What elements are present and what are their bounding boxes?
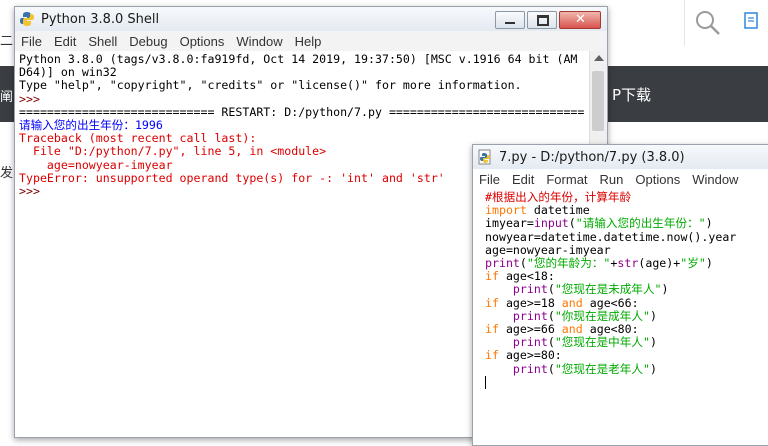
code-token: print xyxy=(512,308,548,323)
editor-menu-bar: File Edit Format Run Options Window xyxy=(473,169,768,189)
menu-shell[interactable]: Shell xyxy=(82,34,123,49)
code-token: if xyxy=(485,348,499,363)
shell-title-bar[interactable]: Python 3.8.0 Shell ✕ xyxy=(15,7,607,31)
background-banner-text[interactable]: P下载 xyxy=(612,84,651,105)
code-line-empty xyxy=(485,375,768,389)
code-token: datetime xyxy=(526,203,590,218)
code-token: #根据出入的年份，计算年龄 xyxy=(485,190,632,204)
editor-menu-run[interactable]: Run xyxy=(594,172,630,187)
editor-menu-window[interactable]: Window xyxy=(686,172,744,187)
code-token: ) xyxy=(705,216,713,231)
code-token: if xyxy=(485,269,499,284)
code-token: "请输入您的出生年份：" xyxy=(575,216,706,231)
menu-help[interactable]: Help xyxy=(289,34,328,49)
code-token: print xyxy=(512,335,548,350)
shell-window-title: Python 3.8.0 Shell xyxy=(41,11,160,27)
code-token: ) xyxy=(649,361,657,376)
code-token: ) xyxy=(649,308,657,323)
code-token: age<80: xyxy=(582,322,639,337)
background-left-text-2: 阐 xyxy=(0,90,14,105)
code-token: ( xyxy=(547,335,555,350)
maximize-icon xyxy=(537,15,549,26)
code-token: ( xyxy=(547,308,555,323)
scroll-thumb[interactable] xyxy=(592,71,604,131)
code-token: "您现在是中年人" xyxy=(554,335,650,350)
background-left-text-3: 发 xyxy=(0,166,14,181)
shell-line: Type "help", "copyright", "credits" or "… xyxy=(19,78,522,93)
editor-menu-edit[interactable]: Edit xyxy=(506,172,540,187)
editor-menu-file[interactable]: File xyxy=(473,172,506,187)
text-cursor xyxy=(485,375,486,389)
shell-close-button[interactable]: ✕ xyxy=(559,11,601,29)
code-token: imyear= xyxy=(485,216,534,231)
code-token: nowyear=datetime.datetime.now().year xyxy=(485,229,737,244)
code-token: ) xyxy=(705,256,713,271)
shell-maximize-button[interactable] xyxy=(527,11,557,29)
code-token: "您现在是老年人" xyxy=(554,361,650,376)
code-line: print("您现在是老年人") xyxy=(485,361,768,376)
python-logo-icon xyxy=(20,12,34,26)
editor-menu-options[interactable]: Options xyxy=(629,172,686,187)
editor-menu-format[interactable]: Format xyxy=(540,172,593,187)
menu-file[interactable]: File xyxy=(15,34,48,49)
code-token: print xyxy=(485,256,520,271)
code-token: age>=66 xyxy=(498,322,562,337)
code-token: and xyxy=(561,295,583,310)
code-token: age<18: xyxy=(498,269,555,284)
code-token: "您现在是未成年人" xyxy=(554,282,662,297)
shell-line: >>> xyxy=(19,91,47,106)
minimize-icon xyxy=(505,22,515,24)
shell-minimize-button[interactable] xyxy=(495,11,525,29)
search-icon xyxy=(696,11,720,35)
background-left-text-1: 二 xyxy=(0,34,14,49)
code-token: age=nowyear-imyear xyxy=(485,242,611,257)
code-token: ( xyxy=(547,361,555,376)
menu-debug[interactable]: Debug xyxy=(123,34,173,49)
code-token: (age)+ xyxy=(638,256,681,271)
code-token: str xyxy=(617,256,639,271)
code-token: input xyxy=(533,216,569,231)
menu-edit[interactable]: Edit xyxy=(48,34,82,49)
scroll-up-icon[interactable] xyxy=(594,55,604,61)
code-token: ( xyxy=(568,216,576,231)
background-search-button[interactable] xyxy=(684,0,737,46)
code-token: ) xyxy=(649,335,657,350)
code-token: age>=80: xyxy=(498,348,562,363)
code-token: ( xyxy=(519,256,527,271)
shell-window-controls: ✕ xyxy=(495,11,601,29)
code-token: ) xyxy=(661,282,669,297)
code-token: age<66: xyxy=(582,295,639,310)
menu-window[interactable]: Window xyxy=(230,34,288,49)
code-token: age>=18 xyxy=(498,295,562,310)
editor-window-title: 7.py - D:/python/7.py (3.8.0) xyxy=(499,149,685,165)
code-token: if xyxy=(485,322,499,337)
menu-options[interactable]: Options xyxy=(174,34,231,49)
code-token: if xyxy=(485,295,499,310)
code-token: import xyxy=(485,203,527,218)
code-token: "您的年龄为：" xyxy=(526,256,611,271)
code-token: ( xyxy=(547,282,555,297)
shell-menu-bar: File Edit Shell Debug Options Window Hel… xyxy=(15,31,607,51)
editor-code-area[interactable]: #根据出入的年份，计算年龄 import datetime imyear=input… xyxy=(473,189,768,441)
code-token: and xyxy=(561,322,583,337)
editor-code-text[interactable]: #根据出入的年份，计算年龄 import datetime imyear=input… xyxy=(485,190,768,389)
editor-title-bar[interactable]: 7.py - D:/python/7.py (3.8.0) xyxy=(473,145,768,169)
code-token: "你现在是成年人" xyxy=(554,308,650,323)
python-file-icon xyxy=(478,149,491,165)
document-icon[interactable] xyxy=(744,12,760,30)
code-token: print xyxy=(512,361,548,376)
code-token: print xyxy=(512,282,548,297)
code-token: "岁" xyxy=(680,256,706,271)
close-icon: ✕ xyxy=(575,12,586,27)
editor-window[interactable]: 7.py - D:/python/7.py (3.8.0) File Edit … xyxy=(472,144,768,446)
